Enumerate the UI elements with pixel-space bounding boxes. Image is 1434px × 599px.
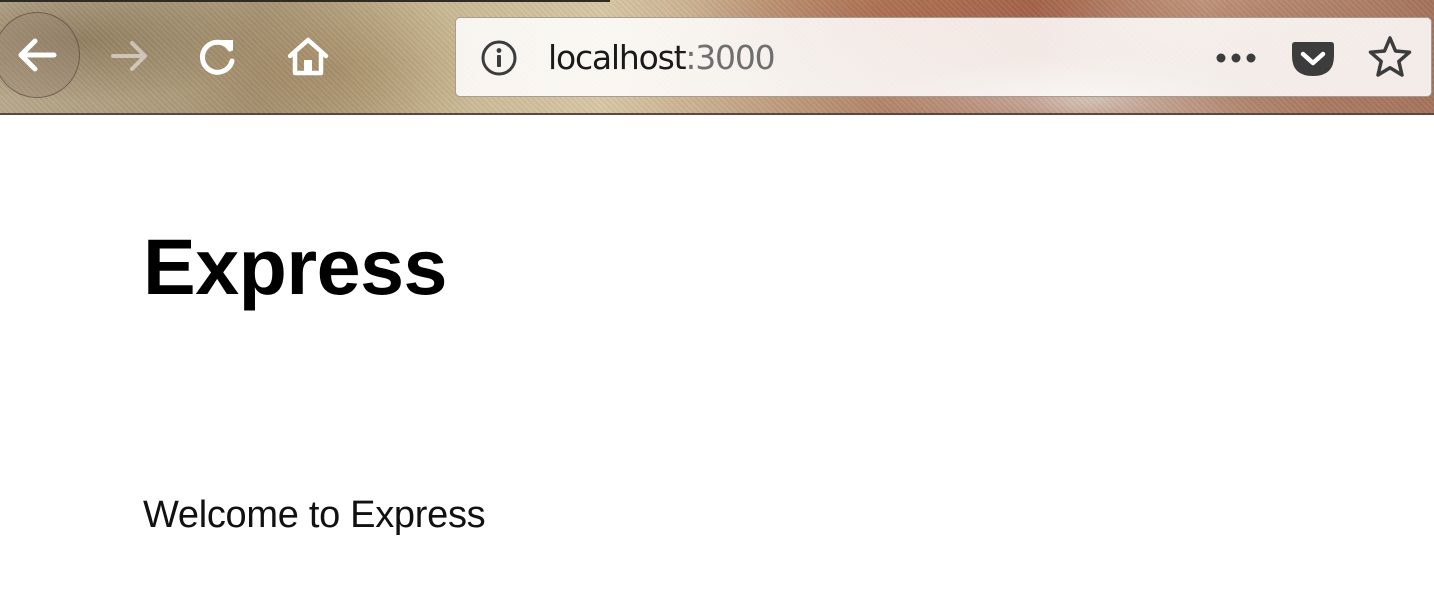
back-button[interactable] [0, 12, 80, 98]
page-title: Express [143, 222, 447, 311]
home-icon [287, 37, 329, 76]
star-icon[interactable] [1366, 34, 1414, 82]
arrow-left-icon [18, 38, 57, 72]
arrow-right-icon [111, 41, 147, 71]
url-host: localhost [548, 38, 687, 77]
reload-button[interactable] [192, 30, 244, 82]
info-circle-icon[interactable] [480, 39, 518, 77]
browser-toolbar: localhost:3000 [0, 0, 1434, 115]
url-text[interactable]: localhost:3000 [548, 37, 776, 79]
reload-icon [199, 39, 235, 75]
welcome-text: Welcome to Express [143, 494, 486, 536]
url-bar[interactable]: localhost:3000 [455, 17, 1432, 97]
toolbar-top-edge [0, 0, 610, 2]
url-port: :3000 [685, 38, 775, 77]
forward-button[interactable] [104, 30, 156, 82]
home-button[interactable] [282, 30, 334, 82]
ellipsis-icon[interactable] [1211, 42, 1261, 74]
pocket-icon[interactable] [1290, 36, 1336, 80]
